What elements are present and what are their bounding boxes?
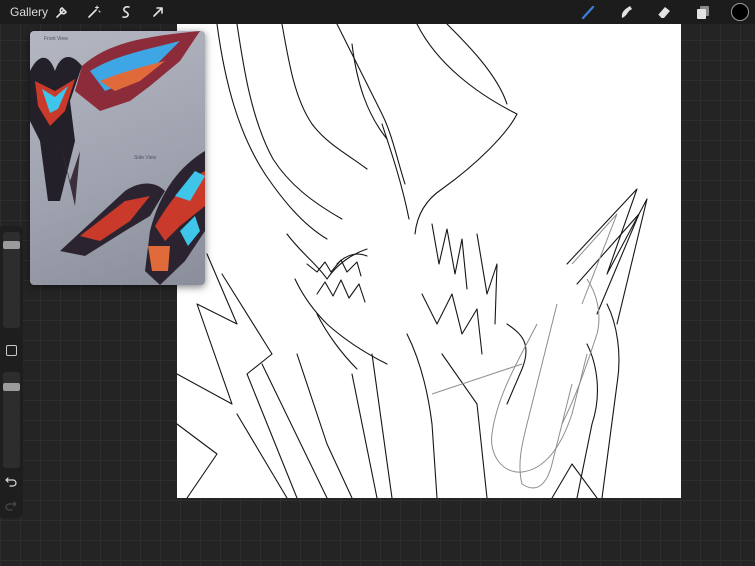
reference-window[interactable]: Front View Side View [30, 31, 205, 285]
line-art-drawing [177, 24, 648, 498]
color-picker-swatch[interactable] [731, 3, 749, 21]
undo-icon[interactable] [4, 474, 18, 488]
redo-icon[interactable] [4, 498, 18, 512]
eraser-icon[interactable] [654, 2, 674, 22]
front-view-label: Front View [44, 36, 68, 42]
opacity-slider[interactable] [3, 372, 20, 468]
brush-size-thumb[interactable] [3, 240, 20, 249]
selection-s-icon[interactable] [116, 2, 136, 22]
adjustments-wand-icon[interactable] [84, 2, 104, 22]
transform-arrow-icon[interactable] [148, 2, 168, 22]
reference-image [30, 31, 205, 285]
brush-size-slider[interactable] [3, 232, 20, 328]
brush-icon[interactable] [578, 2, 598, 22]
top-toolbar: Gallery [0, 0, 755, 24]
gallery-button[interactable]: Gallery [10, 5, 48, 19]
opacity-thumb[interactable] [3, 382, 20, 391]
modify-square-icon[interactable] [6, 345, 17, 356]
drawing-canvas[interactable] [177, 24, 681, 498]
actions-wrench-icon[interactable] [52, 2, 72, 22]
smudge-icon[interactable] [616, 2, 636, 22]
layers-icon[interactable] [693, 2, 713, 22]
side-view-label: Side View [134, 155, 157, 161]
left-sidebar [0, 226, 23, 518]
